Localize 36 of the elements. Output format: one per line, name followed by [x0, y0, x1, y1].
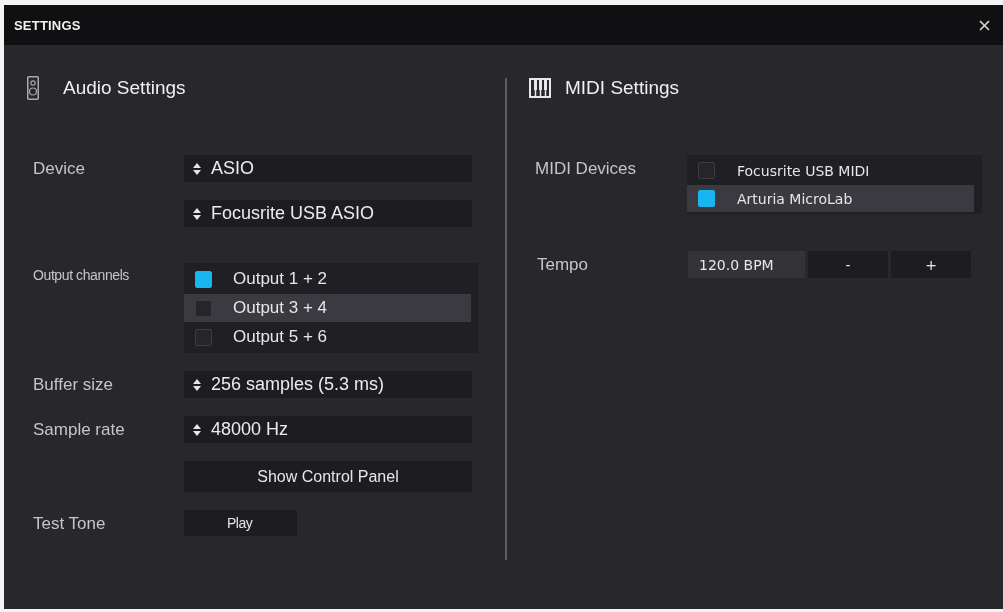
speaker-icon	[27, 76, 39, 100]
dropdown[interactable]: 256 samples (5.3 ms)	[184, 371, 472, 398]
stepper-button[interactable]: +	[891, 251, 971, 278]
updown-arrows-icon	[193, 207, 201, 220]
action-button[interactable]: Show Control Panel	[184, 461, 472, 492]
checkbox[interactable]	[195, 299, 212, 317]
field-label: Output channels	[33, 266, 129, 285]
list-item[interactable]: Focusrite USB MIDI	[687, 157, 974, 184]
checkbox[interactable]	[195, 328, 212, 346]
section-heading: Audio Settings	[63, 77, 186, 99]
list-item[interactable]: Output 3 + 4	[184, 294, 471, 322]
field-label: Tempo	[537, 254, 589, 276]
list-item[interactable]: Output 5 + 6	[184, 323, 471, 351]
updown-arrows-icon	[193, 378, 201, 391]
dropdown[interactable]: ASIO	[184, 155, 472, 182]
field-label: Buffer size	[33, 374, 113, 396]
checkbox[interactable]	[195, 270, 212, 288]
checkbox[interactable]	[698, 190, 715, 207]
checkbox[interactable]	[698, 162, 715, 179]
list-item[interactable]: Arturia MicroLab	[687, 185, 974, 212]
window-title: SETTINGS	[14, 17, 81, 33]
field-label: Sample rate	[33, 419, 125, 441]
updown-arrows-icon	[193, 423, 201, 436]
stepper-button[interactable]: -	[808, 251, 888, 278]
tempo-field[interactable]: 120.0 BPM	[688, 251, 805, 278]
field-label: Device	[33, 158, 85, 180]
list-item[interactable]: Output 1 + 2	[184, 265, 471, 293]
action-button[interactable]: Play	[184, 510, 298, 536]
dropdown[interactable]: Focusrite USB ASIO	[184, 200, 472, 227]
dropdown[interactable]: 48000 Hz	[184, 416, 472, 443]
field-label: Test Tone	[33, 513, 106, 535]
piano-keys-icon	[529, 78, 551, 98]
field-label: MIDI Devices	[535, 158, 637, 180]
close-icon	[979, 19, 990, 31]
section-heading: MIDI Settings	[565, 77, 680, 99]
updown-arrows-icon	[193, 162, 201, 175]
